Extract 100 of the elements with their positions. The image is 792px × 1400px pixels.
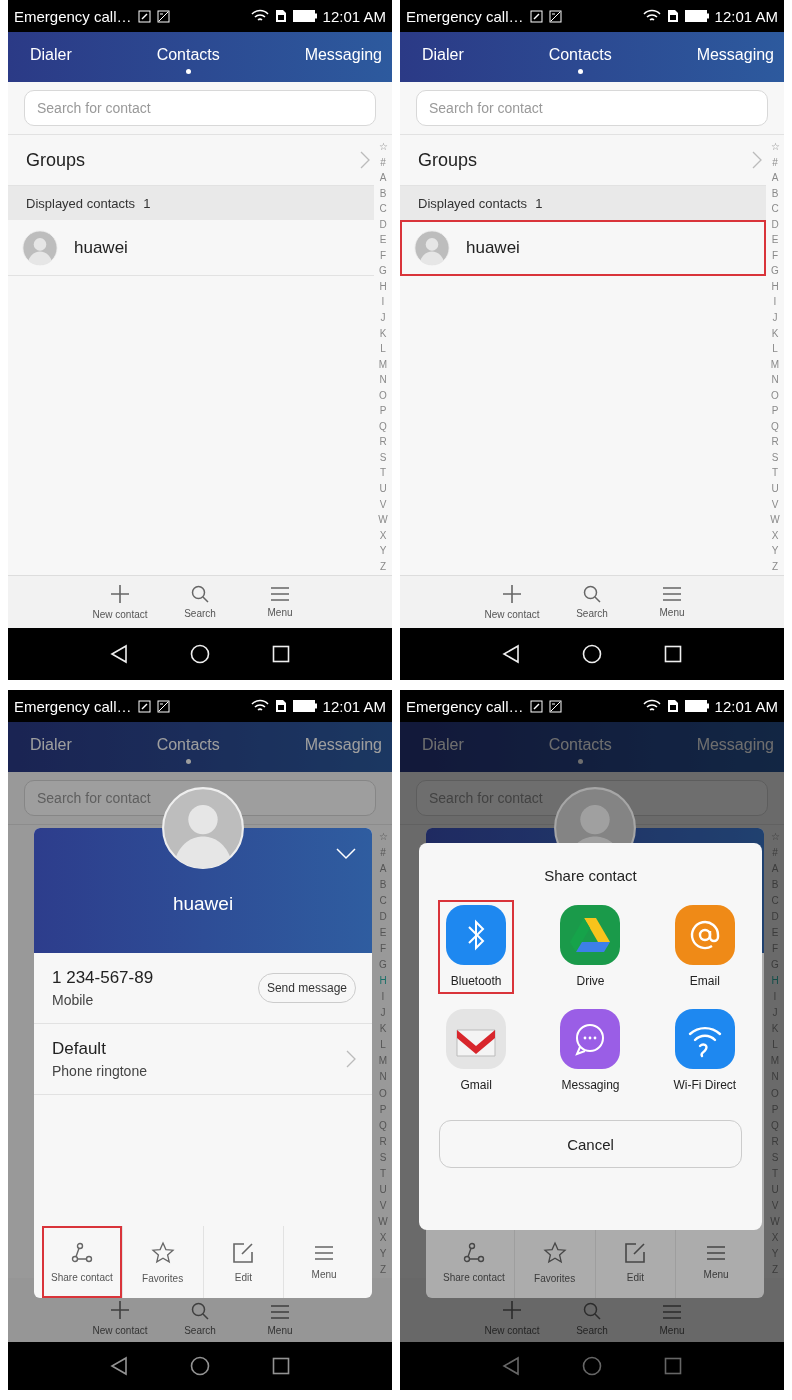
index-letter[interactable]: D	[379, 911, 387, 924]
index-letter[interactable]: Y	[771, 545, 779, 558]
contact-row[interactable]: huawei	[8, 220, 374, 276]
index-letter[interactable]: C	[379, 895, 387, 908]
share-target[interactable]: Email	[666, 900, 743, 994]
index-letter[interactable]: Z	[379, 1263, 387, 1276]
index-letter[interactable]: L	[380, 343, 386, 356]
index-letter[interactable]: H	[771, 280, 779, 293]
index-letter[interactable]: B	[379, 187, 387, 200]
index-letter[interactable]: C	[379, 203, 387, 216]
index-letter[interactable]: I	[381, 296, 385, 309]
index-letter[interactable]: X	[379, 1231, 387, 1244]
share-target[interactable]: Messaging	[552, 1004, 629, 1098]
index-letter[interactable]: W	[770, 514, 780, 527]
index-letter[interactable]: V	[379, 498, 387, 511]
index-letter[interactable]: V	[379, 1199, 387, 1212]
index-letter[interactable]: K	[379, 327, 387, 340]
share-target[interactable]: Wi-Fi Direct	[666, 1004, 743, 1098]
tab[interactable]: Contacts	[154, 32, 222, 82]
index-letter[interactable]: X	[771, 529, 779, 542]
toolbar-button[interactable]: Search	[160, 576, 240, 628]
index-letter[interactable]: K	[379, 1023, 387, 1036]
index-letter[interactable]: L	[380, 1039, 386, 1052]
tab[interactable]: Dialer	[28, 722, 74, 772]
index-letter[interactable]: Q	[379, 1119, 387, 1132]
index-letter[interactable]: Q	[771, 420, 779, 433]
index-letter[interactable]: ☆	[770, 141, 780, 153]
index-letter[interactable]: J	[380, 1007, 386, 1020]
index-letter[interactable]: P	[379, 1103, 387, 1116]
tab[interactable]: Dialer	[28, 32, 74, 82]
card-action-button[interactable]: Edit	[202, 1226, 284, 1298]
home-icon[interactable]	[190, 1356, 210, 1376]
chevron-down-icon[interactable]	[336, 848, 356, 860]
back-icon[interactable]	[110, 644, 128, 664]
index-letter[interactable]: Y	[379, 545, 387, 558]
index-letter[interactable]: H	[379, 975, 387, 988]
index-letter[interactable]: M	[770, 358, 780, 371]
card-action-button[interactable]: Share contact	[42, 1226, 122, 1298]
index-letter[interactable]: Z	[379, 560, 387, 573]
index-letter[interactable]: M	[378, 358, 388, 371]
send-message-button[interactable]: Send message	[257, 973, 356, 1003]
tab[interactable]: Contacts	[546, 722, 614, 772]
index-letter[interactable]: B	[379, 879, 387, 892]
index-letter[interactable]: Q	[379, 420, 387, 433]
tab[interactable]: Contacts	[154, 722, 222, 772]
index-letter[interactable]: T	[771, 467, 779, 480]
index-letter[interactable]: X	[379, 529, 387, 542]
index-letter[interactable]: P	[379, 405, 387, 418]
index-letter[interactable]: P	[771, 405, 779, 418]
index-letter[interactable]: R	[771, 436, 779, 449]
index-letter[interactable]: D	[379, 218, 387, 231]
share-target[interactable]: Bluetooth	[438, 900, 515, 994]
tab[interactable]: Messaging	[694, 722, 776, 772]
index-letter[interactable]: D	[771, 218, 779, 231]
contact-row[interactable]: huawei	[400, 220, 766, 276]
index-letter[interactable]: ☆	[770, 831, 780, 843]
index-letter[interactable]: S	[379, 451, 387, 464]
tab[interactable]: Messaging	[694, 32, 776, 82]
index-letter[interactable]: Z	[771, 560, 779, 573]
tab[interactable]: Dialer	[420, 722, 466, 772]
share-target[interactable]: Drive	[552, 900, 629, 994]
index-letter[interactable]: T	[379, 1167, 387, 1180]
toolbar-button[interactable]: Menu	[240, 576, 320, 628]
index-letter[interactable]: J	[380, 312, 386, 324]
index-letter[interactable]: F	[771, 249, 779, 262]
index-letter[interactable]: E	[379, 927, 387, 940]
index-letter[interactable]: W	[378, 514, 388, 527]
index-letter[interactable]: #	[380, 156, 386, 169]
index-letter[interactable]: L	[772, 343, 778, 356]
toolbar-button[interactable]: New contact	[80, 576, 160, 628]
search-field[interactable]: Search for contact	[416, 90, 768, 126]
index-letter[interactable]: S	[771, 451, 779, 464]
index-letter[interactable]: #	[772, 156, 778, 169]
index-letter[interactable]: E	[771, 234, 779, 247]
home-icon[interactable]	[582, 644, 602, 664]
index-letter[interactable]: F	[379, 943, 387, 956]
index-letter[interactable]: N	[771, 374, 779, 387]
cancel-button[interactable]: Cancel	[439, 1120, 742, 1168]
card-action-button[interactable]: Share contact	[434, 1226, 514, 1298]
recents-icon[interactable]	[272, 645, 290, 663]
toolbar-button[interactable]: New contact	[472, 576, 552, 628]
index-letter[interactable]: #	[772, 847, 778, 860]
index-letter[interactable]: C	[771, 203, 779, 216]
toolbar-button[interactable]: Search	[552, 576, 632, 628]
index-letter[interactable]: A	[771, 172, 779, 185]
toolbar-button[interactable]: Menu	[632, 576, 712, 628]
tab[interactable]: Messaging	[302, 722, 384, 772]
index-letter[interactable]: R	[379, 1135, 387, 1148]
index-letter[interactable]: ☆	[378, 141, 388, 153]
index-letter[interactable]: N	[379, 1071, 387, 1084]
index-letter[interactable]: I	[773, 296, 777, 309]
index-letter[interactable]: O	[771, 389, 779, 402]
recents-icon[interactable]	[664, 645, 682, 663]
index-letter[interactable]: #	[380, 847, 386, 860]
index-letter[interactable]: A	[379, 863, 387, 876]
index-letter[interactable]: F	[379, 249, 387, 262]
index-letter[interactable]: U	[379, 483, 387, 496]
index-letter[interactable]: G	[379, 959, 387, 972]
index-letter[interactable]: J	[772, 312, 778, 324]
index-letter[interactable]: ☆	[378, 831, 388, 843]
